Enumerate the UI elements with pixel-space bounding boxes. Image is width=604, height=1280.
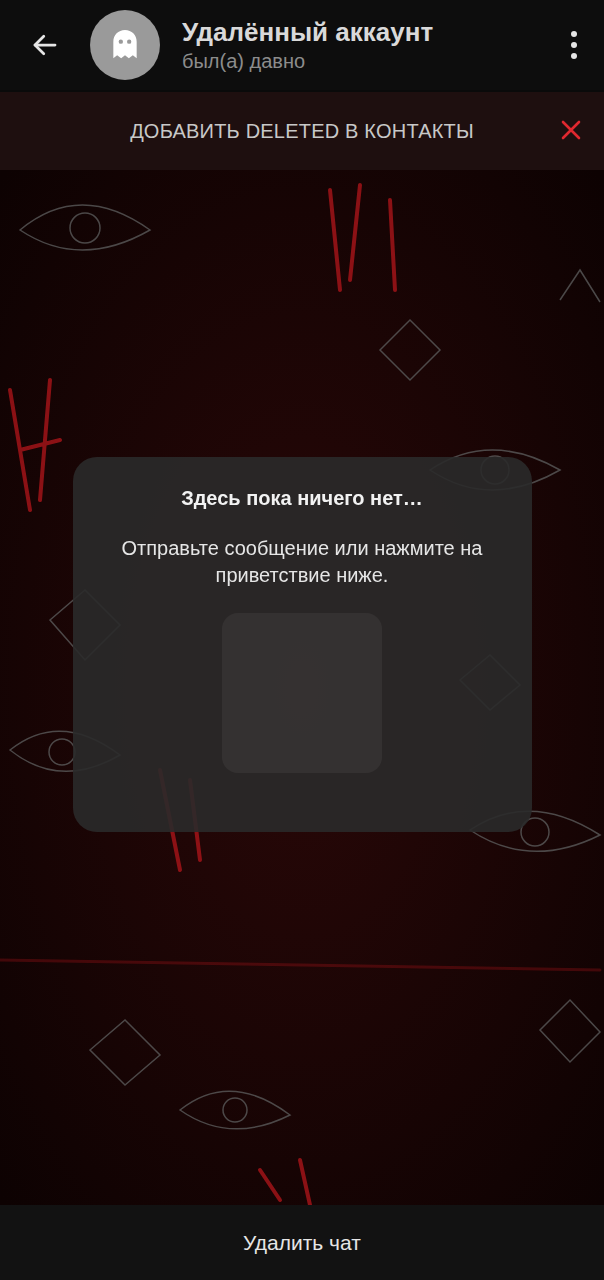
chat-wallpaper: Здесь пока ничего нет… Отправьте сообщен… bbox=[0, 170, 604, 1205]
back-arrow-icon bbox=[30, 30, 60, 60]
close-banner-button[interactable] bbox=[560, 119, 582, 141]
chat-title-block[interactable]: Удалённый аккаунт был(а) давно bbox=[182, 16, 544, 74]
delete-chat-button[interactable]: Удалить чат bbox=[243, 1227, 361, 1259]
menu-button[interactable] bbox=[544, 29, 604, 61]
avatar[interactable] bbox=[90, 10, 160, 80]
add-contact-banner[interactable]: ДОБАВИТЬ DELETED В КОНТАКТЫ bbox=[0, 92, 604, 170]
empty-chat-title: Здесь пока ничего нет… bbox=[181, 485, 423, 511]
greeting-sticker[interactable] bbox=[222, 613, 382, 773]
back-button[interactable] bbox=[0, 30, 90, 60]
chat-header: Удалённый аккаунт был(а) давно bbox=[0, 0, 604, 90]
add-contact-label[interactable]: ДОБАВИТЬ DELETED В КОНТАКТЫ bbox=[0, 116, 604, 146]
bottom-bar: Удалить чат bbox=[0, 1205, 604, 1280]
more-vertical-icon bbox=[569, 29, 579, 61]
empty-chat-text: Отправьте сообщение или нажмите на приве… bbox=[112, 535, 492, 589]
chat-status: был(а) давно bbox=[182, 48, 544, 74]
chat-title: Удалённый аккаунт bbox=[182, 16, 544, 48]
empty-chat-card: Здесь пока ничего нет… Отправьте сообщен… bbox=[73, 457, 532, 832]
close-icon bbox=[560, 119, 582, 141]
ghost-icon bbox=[105, 25, 145, 65]
